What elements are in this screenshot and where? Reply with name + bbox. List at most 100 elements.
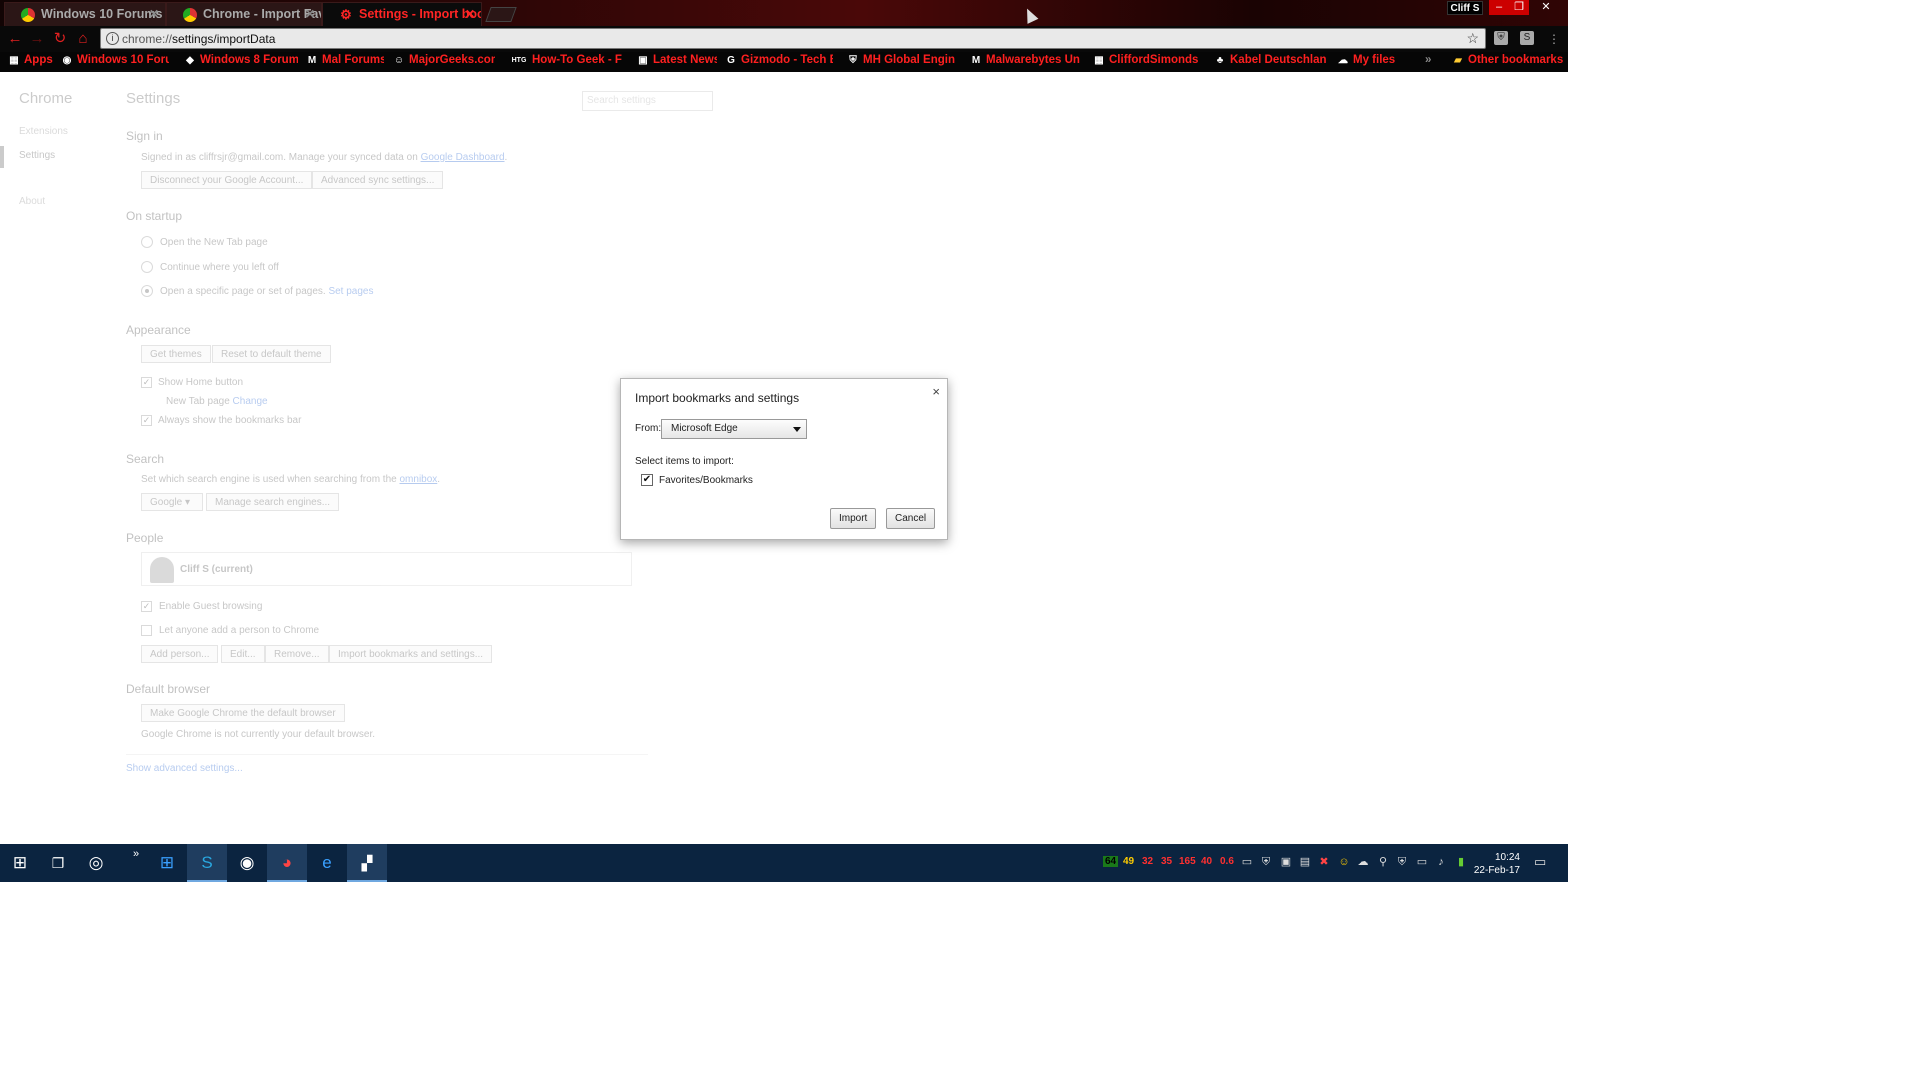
import-source-select[interactable]: Microsoft Edge [661, 419, 807, 439]
tab-chrome-import[interactable]: Chrome - Import Favorites ✕ [166, 2, 322, 26]
anyone-add-checkbox[interactable] [141, 625, 152, 636]
restore-button[interactable]: ❐ [1509, 0, 1529, 15]
startup-radio-newtab[interactable] [141, 236, 153, 248]
bookmark-windows8forums[interactable]: ◆ Windows 8 Forums [184, 54, 298, 70]
forward-arrow-icon[interactable]: → [28, 30, 46, 48]
close-icon[interactable]: × [932, 384, 940, 399]
windows-store-icon[interactable]: ⊞ [147, 844, 187, 882]
edit-person-button[interactable]: Edit... [221, 645, 265, 663]
cortana-icon[interactable]: ◎ [76, 844, 116, 882]
tray-display-icon[interactable]: ▭ [1416, 856, 1428, 868]
windows-start-icon[interactable]: ⊞ [0, 844, 40, 882]
close-icon[interactable]: ✕ [149, 7, 159, 21]
omnibox-link[interactable]: omnibox [399, 474, 437, 485]
favorites-checkbox[interactable]: ✔ [641, 474, 653, 486]
shield-extension-icon[interactable]: ⛨ [1494, 31, 1508, 45]
add-person-button[interactable]: Add person... [141, 645, 219, 663]
close-icon[interactable]: ✕ [305, 7, 315, 21]
bookmark-myfiles[interactable]: ☁ My files [1337, 54, 1407, 70]
show-home-checkbox[interactable]: ✓ [141, 377, 152, 388]
bookmark-apps[interactable]: ▦ Apps [8, 54, 54, 70]
startup-radio-continue[interactable] [141, 261, 153, 273]
bookmark-howtogeek[interactable]: HTGHow-To Geek - For Geeks [510, 54, 622, 70]
bookmark-gizmodo[interactable]: GGizmodo - Tech By Design [725, 54, 833, 70]
tray-drive-icon[interactable]: ▤ [1299, 856, 1311, 868]
startup-radio-specific[interactable] [141, 285, 153, 297]
remove-person-button[interactable]: Remove... [265, 645, 329, 663]
set-pages-link[interactable]: Set pages [328, 286, 373, 297]
tab-settings-import[interactable]: ⚙ Settings - Import bookmarks ✕ [322, 2, 482, 26]
get-themes-button[interactable]: Get themes [141, 345, 211, 363]
google-dashboard-link[interactable]: Google Dashboard [421, 152, 505, 163]
manage-search-engines-button[interactable]: Manage search engines... [206, 493, 340, 511]
tray-tool-icon[interactable]: ✖ [1318, 856, 1330, 868]
new-tab-button[interactable] [485, 7, 517, 22]
media-player-icon[interactable]: ◉ [227, 844, 267, 882]
tray-value-2[interactable]: 49 [1123, 856, 1134, 867]
bookmark-kabel[interactable]: ♣ Kabel Deutschland [1214, 54, 1326, 70]
cancel-button[interactable]: Cancel [886, 508, 936, 529]
tab-windows10forums[interactable]: Windows 10 Forums ✕ [4, 2, 166, 26]
skype-icon[interactable]: S [187, 844, 227, 882]
change-link[interactable]: Change [233, 396, 268, 407]
person-list[interactable]: Cliff S (current) [141, 552, 632, 586]
nav-extensions[interactable]: Extensions [19, 126, 68, 137]
tray-app-icon[interactable]: ▣ [1280, 856, 1292, 868]
bookmark-majorgeeks[interactable]: ☺ MajorGeeks.com [393, 54, 495, 70]
make-default-button[interactable]: Make Google Chrome the default browser [141, 704, 345, 722]
bookmark-star-icon[interactable]: ☆ [1466, 30, 1479, 47]
menu-icon[interactable]: ⋮ [1545, 30, 1563, 48]
s-extension-icon[interactable]: S [1520, 31, 1534, 45]
search-settings-input[interactable]: Search settings [582, 91, 713, 111]
tray-defender-icon[interactable]: ⛨ [1396, 856, 1408, 868]
nav-settings[interactable]: Settings [19, 150, 55, 161]
bookmark-latestnews[interactable]: ▣ Latest News [637, 54, 717, 70]
chevron-right-icon[interactable]: » [1425, 54, 1439, 70]
close-window-button[interactable]: ✕ [1533, 0, 1559, 15]
reset-theme-button[interactable]: Reset to default theme [212, 345, 331, 363]
info-icon[interactable]: i [106, 32, 119, 45]
minimize-button[interactable]: – [1489, 0, 1509, 15]
malwarebytes-icon: M [971, 55, 981, 66]
bookmark-mh-global[interactable]: ⛨ MH Global Engine [847, 54, 955, 70]
tray-network-icon[interactable]: ⚲ [1377, 856, 1389, 868]
profile-button[interactable]: Cliff S [1447, 1, 1483, 15]
always-bookmarks-checkbox[interactable]: ✓ [141, 415, 152, 426]
close-icon[interactable]: ✕ [465, 7, 475, 21]
bookmark-malwarebytes-unpacked[interactable]: MMalwarebytes Unpacked [970, 54, 1080, 70]
back-arrow-icon[interactable]: ← [6, 30, 24, 48]
tray-value-7[interactable]: 0.6 [1220, 856, 1234, 867]
advanced-sync-button[interactable]: Advanced sync settings... [312, 171, 444, 189]
windows-app-icon[interactable]: ▞ [347, 844, 387, 882]
import-button[interactable]: Import [830, 508, 877, 529]
reload-icon[interactable]: ↻ [51, 30, 69, 48]
import-bookmarks-button[interactable]: Import bookmarks and settings... [329, 645, 493, 663]
home-icon[interactable]: ⌂ [74, 30, 92, 48]
tray-value-6[interactable]: 40 [1201, 856, 1212, 867]
tray-value-3[interactable]: 32 [1142, 856, 1153, 867]
bookmark-cliffordsimonds[interactable]: ▦ CliffordSimonds [1093, 54, 1201, 70]
chrome-icon[interactable]: ◕ [267, 844, 307, 882]
tray-smiley-icon[interactable]: ☺ [1338, 856, 1350, 868]
onedrive-cloud-icon[interactable]: ☁ [1357, 856, 1369, 868]
action-center-icon[interactable]: ▭ [1534, 855, 1546, 868]
clock[interactable]: 10:24 22-Feb-17 [1472, 851, 1520, 877]
tray-cpu-temp[interactable]: 64 [1103, 856, 1119, 867]
tray-value-5[interactable]: 165 [1179, 856, 1196, 867]
search-engine-select[interactable]: Google ▾ [141, 493, 203, 511]
tray-monitor-icon[interactable]: ▭ [1241, 856, 1253, 868]
tray-value-4[interactable]: 35 [1161, 856, 1172, 867]
tray-shield-icon[interactable]: ⛨ [1260, 856, 1272, 868]
address-bar[interactable]: i chrome://settings/importData ☆ [100, 28, 1486, 49]
guest-browsing-checkbox[interactable]: ✓ [141, 601, 152, 612]
show-advanced-link[interactable]: Show advanced settings... [126, 763, 243, 774]
tray-battery-icon[interactable]: ▮ [1455, 856, 1467, 868]
edge-icon[interactable]: e [307, 844, 347, 882]
disconnect-account-button[interactable]: Disconnect your Google Account... [141, 171, 313, 189]
volume-icon[interactable]: ♪ [1435, 856, 1447, 868]
bookmark-windows10forums[interactable]: ◉Windows 10 Forums [61, 54, 169, 70]
task-view-icon[interactable]: ❐ [38, 844, 78, 882]
bookmark-other[interactable]: ▰ Other bookmarks [1452, 54, 1566, 70]
bookmark-malforums[interactable]: M Mal Forums [306, 54, 384, 70]
nav-about[interactable]: About [19, 196, 45, 207]
